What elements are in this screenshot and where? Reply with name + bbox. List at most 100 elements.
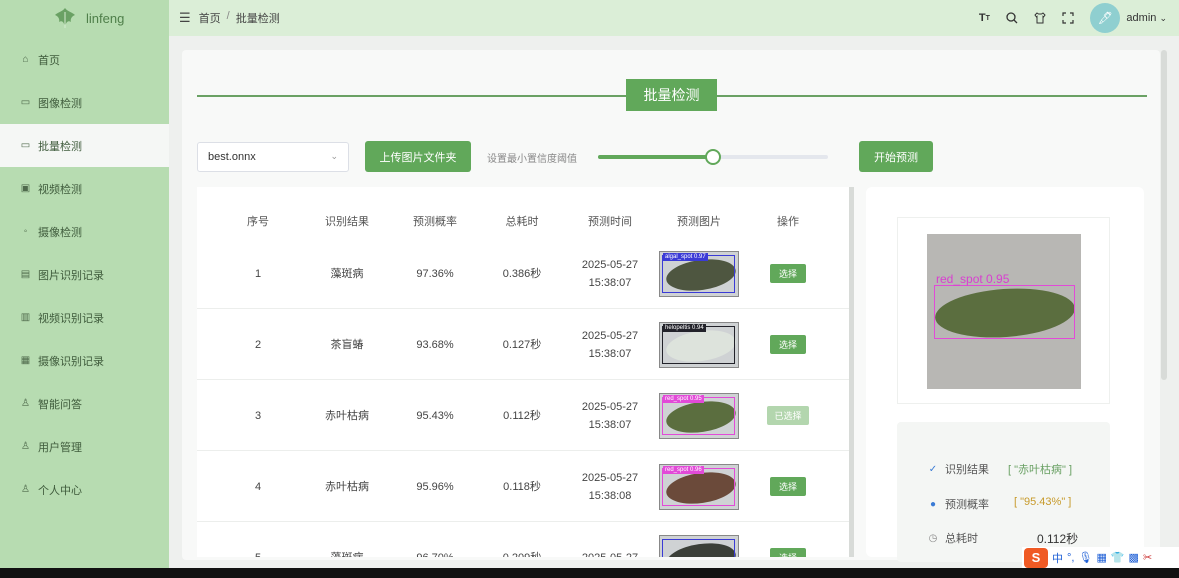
row-datetime: 2025-05-27 15:38:07 [549,398,671,434]
punctuation-icon[interactable]: °, [1067,552,1074,564]
row-action-cell: 选择 [727,264,849,283]
sidebar-item[interactable]: ▦ 摄像识别记录 [0,339,169,382]
table-row: 5藻斑病96.70%0.209秒 2025-05-27 选择 [197,523,849,557]
search-icon[interactable] [1006,12,1018,24]
grid-icon[interactable]: ▩ [1129,551,1139,564]
select-button[interactable]: 选择 [770,264,806,283]
sidebar-item-label: 首页 [38,54,60,67]
row-clock: 15:38:07 [588,276,632,289]
sidebar-item[interactable]: ▣ 视频检测 [0,167,169,210]
column-header: 总耗时 [505,216,539,228]
sidebar-item[interactable]: ▭ 图像检测 [0,81,169,124]
taskbar-edge [0,568,1179,578]
table-row: 4 赤叶枯病 95.96% 0.118秒 2025-05-27 15:38:08 red_s… [197,452,849,522]
table-row: 3 赤叶枯病 95.43% 0.112秒 2025-05-27 15:38:07 red_s… [197,381,849,451]
row-date: 2025-05-27 [582,549,638,558]
ime-toolbar[interactable]: S 中 °, 🎙 ▦ 👕 ▩ ✂ [1022,547,1179,568]
select-button[interactable]: 选择 [770,477,806,496]
avatar[interactable]: 🖋 [1090,3,1121,33]
sidebar-item[interactable]: ▤ 图片识别记录 [0,253,169,296]
check-icon: ✓ [928,463,938,475]
row-image-cell: red_spot 0.95 [659,392,739,439]
header-actions: TT 🖋 admin ⌄ [978,0,1167,36]
row-result: 藻斑病 [319,549,375,558]
prediction-thumbnail[interactable]: red_spot 0.95 [659,392,739,439]
row-index: 2 [254,338,262,351]
theme-shirt-icon[interactable] [1034,12,1047,24]
leaf-logo-icon [55,8,75,28]
model-select[interactable]: best.onnx ⌄ [197,142,349,172]
row-date: 2025-05-27 [581,258,639,271]
row-image-cell: red_spot 0.96 [659,463,739,510]
detection-label: red_spot 0.95 [936,272,1010,286]
row-index: 1 [254,267,262,280]
table-scrollbar[interactable] [849,187,854,557]
detection-box [934,285,1075,339]
tools-icon[interactable]: ✂ [1143,551,1152,564]
username-dropdown[interactable]: admin ⌄ [1126,12,1167,24]
breadcrumb-separator: / [226,10,230,22]
camera-icon: ◦ [23,226,28,237]
select-button[interactable]: 选择 [770,548,806,557]
chevron-down-icon: ⌄ [1159,13,1167,23]
table-header: 序号 识别结果 预测概率 总耗时 预测时间 预测图片 操作 [197,207,849,237]
sidebar-item[interactable]: ⌂ 首页 [0,38,169,81]
start-predict-button[interactable]: 开始预测 [859,141,933,172]
upload-folder-button[interactable]: 上传图片文件夹 [365,141,471,172]
sidebar-item-label: 摄像检测 [38,226,82,239]
sogou-logo-icon[interactable]: S [1024,547,1048,568]
row-action-cell: 选择 [727,477,849,496]
sidebar-item[interactable]: ♙ 用户管理 [0,425,169,468]
selected-button[interactable]: 已选择 [767,406,809,425]
logo[interactable]: linfeng [0,0,169,36]
prediction-thumbnail[interactable]: red_spot 0.96 [659,463,739,510]
sidebar-item[interactable]: ◦ 摄像检测 [0,210,169,253]
prediction-thumbnail[interactable]: algal_spot 0.97 [659,250,739,297]
row-duration: 0.118秒 [503,480,541,493]
column-header: 预测概率 [413,216,457,228]
header: ☰ 首页 / 批量检测 TT 🖋 admin ⌄ [169,0,1179,36]
prediction-thumbnail[interactable] [659,534,739,557]
fullscreen-icon[interactable] [1062,12,1075,24]
detection-box [662,538,735,557]
video-record-icon: ▥ [20,312,31,323]
menu-toggle-icon[interactable]: ☰ [179,10,191,26]
sidebar-item[interactable]: ▭ 批量检测 [0,124,169,167]
image-icon: ▭ [20,97,31,108]
row-action-cell: 已选择 [727,406,849,425]
sidebar: linfeng ⌂ 首页 ▭ 图像检测 ▭ 批量检测 ▣ 视频检测 ◦ 摄像检测 ▤ 图片识别记录 ▥ 视… [0,0,169,568]
breadcrumb-home[interactable]: 首页 [199,10,221,26]
detection-label: algal_spot 0.97 [663,252,708,261]
slider-handle[interactable] [705,149,721,165]
column-header: 预测图片 [677,216,721,228]
breadcrumb-current: 批量检测 [235,13,280,25]
sidebar-item[interactable]: ▥ 视频识别记录 [0,296,169,339]
prob-row: ● 预测概率 [927,496,989,512]
row-probability: 97.36% [416,267,454,280]
skin-icon[interactable]: 👕 [1111,551,1125,564]
video-icon: ▣ [20,183,31,194]
prob-label: 预测概率 [945,499,989,511]
microphone-icon[interactable]: 🎙 [1078,551,1092,564]
location-pin-icon: ● [929,498,937,510]
sidebar-item[interactable]: ♙ 个人中心 [0,468,169,511]
font-size-icon[interactable]: TT [978,12,990,24]
keyboard-icon[interactable]: ▦ [1096,551,1106,564]
ime-lang[interactable]: 中 [1052,550,1063,566]
detection-label: helopeltis 0.94 [663,323,706,332]
threshold-slider[interactable] [598,149,828,165]
column-header: 识别结果 [325,216,369,228]
row-result: 茶盲蝽 [330,338,364,351]
select-button[interactable]: 选择 [770,335,806,354]
row-duration: 0.209秒 [495,549,549,558]
sidebar-item[interactable]: ♙ 智能问答 [0,382,169,425]
prediction-thumbnail[interactable]: helopeltis 0.94 [659,321,739,368]
page-title: 批量检测 [626,79,717,111]
row-date: 2025-05-27 [581,400,639,413]
sidebar-menu: ⌂ 首页 ▭ 图像检测 ▭ 批量检测 ▣ 视频检测 ◦ 摄像检测 ▤ 图片识别记录 ▥ 视频识别记录 ▦ 摄像… [0,38,169,511]
row-probability: 95.43% [416,409,454,422]
row-datetime: 2025-05-27 15:38:07 [549,256,671,292]
row-clock: 15:38:07 [588,418,632,431]
page-scrollbar[interactable] [1161,50,1167,380]
row-action-cell: 选择 [727,548,849,557]
